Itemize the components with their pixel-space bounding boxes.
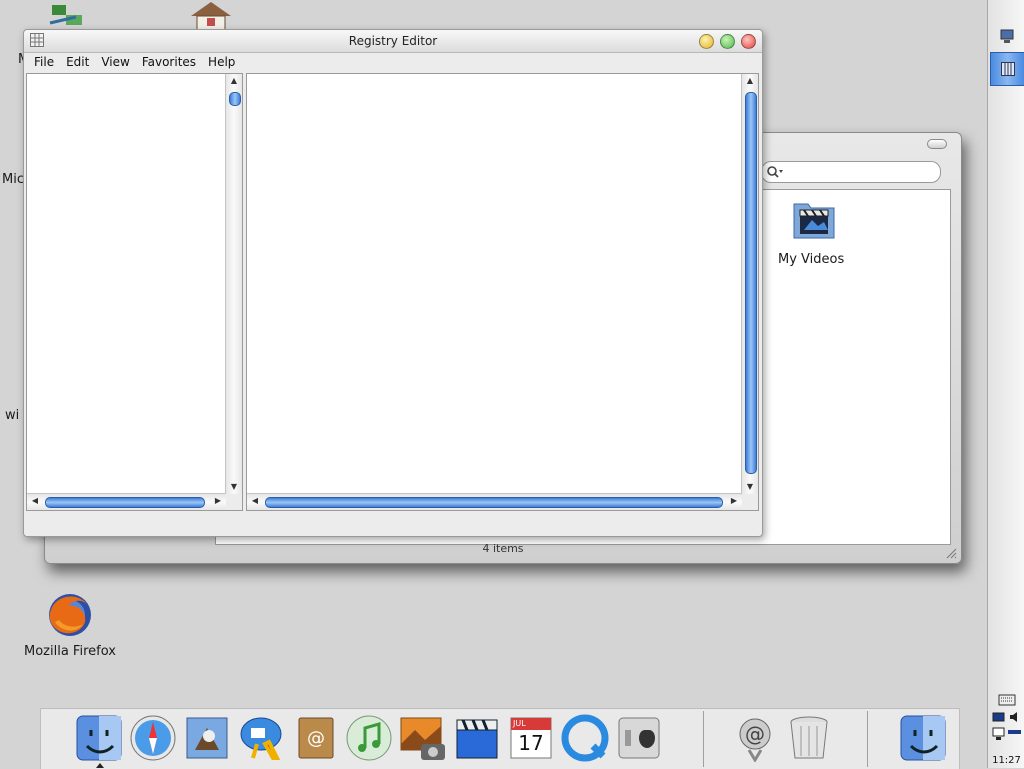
ical-month: JUL: [513, 719, 526, 728]
scroll-left-arrow-icon[interactable]: ◀: [248, 494, 262, 508]
imovie-icon[interactable]: [453, 714, 501, 762]
dock-separator: [703, 711, 704, 767]
tree-vertical-scrollbar[interactable]: ▲ ▼: [225, 74, 242, 494]
scroll-up-arrow-icon[interactable]: ▲: [227, 74, 241, 88]
network-icon: [49, 5, 82, 25]
show-desktop-icon[interactable]: [1000, 28, 1014, 46]
zoom-button[interactable]: [720, 34, 735, 49]
status-bar-text: 4 items: [482, 542, 524, 555]
running-indicator: [96, 763, 104, 768]
registry-tree-pane[interactable]: ▲ ▼ ◀ ▶: [26, 73, 243, 511]
keyboard-icon[interactable]: [998, 694, 1016, 706]
tray-icons[interactable]: [992, 710, 1022, 724]
minimize-button[interactable]: [699, 34, 714, 49]
title-bar[interactable]: Registry Editor: [24, 30, 762, 53]
scroll-right-arrow-icon[interactable]: ▶: [211, 494, 225, 508]
quicktime-icon[interactable]: [561, 714, 609, 762]
desktop-icon-firefox[interactable]: Mozilla Firefox: [20, 592, 120, 662]
system-preferences-icon[interactable]: [615, 714, 663, 762]
resize-grip-icon[interactable]: [945, 547, 957, 559]
folder-item-label: My Videos: [778, 252, 845, 267]
scroll-thumb[interactable]: [45, 497, 205, 508]
desktop-icon-home[interactable]: [188, 0, 234, 30]
dock: @ JUL 17 @: [40, 708, 960, 769]
scroll-thumb[interactable]: [229, 92, 241, 106]
scroll-thumb[interactable]: [265, 497, 723, 508]
trash-icon[interactable]: [785, 714, 833, 762]
home-icon: [191, 2, 231, 30]
menu-edit[interactable]: Edit: [60, 53, 95, 71]
scroll-up-arrow-icon[interactable]: ▲: [743, 74, 757, 88]
dock-separator: [867, 711, 868, 767]
itunes-icon[interactable]: [345, 714, 393, 762]
scroll-down-arrow-icon[interactable]: ▼: [743, 480, 757, 494]
scroll-right-arrow-icon[interactable]: ▶: [727, 494, 741, 508]
address-book-icon[interactable]: @: [291, 714, 339, 762]
desktop-icon-label: Mic: [2, 172, 24, 187]
clock[interactable]: 11:27: [988, 755, 1024, 766]
window-icon: [1001, 62, 1015, 76]
menu-file[interactable]: File: [28, 53, 60, 71]
finder-icon[interactable]: [899, 714, 947, 762]
window-title: Registry Editor: [348, 34, 438, 48]
my-videos-folder-icon: [793, 203, 835, 239]
mail-at-icon[interactable]: @: [731, 714, 779, 763]
registry-editor-window[interactable]: Registry Editor File Edit View Favorites…: [23, 29, 763, 537]
scroll-corner: [226, 494, 242, 510]
svg-text:@: @: [745, 722, 765, 746]
desktop-icon-label: Mozilla Firefox: [24, 644, 116, 659]
scroll-thumb[interactable]: [745, 92, 757, 474]
search-icon: [767, 166, 783, 178]
values-horizontal-scrollbar[interactable]: ◀ ▶: [247, 493, 742, 510]
network-status-icon[interactable]: [992, 726, 1022, 742]
search-field[interactable]: [761, 161, 941, 183]
menu-favorites[interactable]: Favorites: [136, 53, 202, 71]
ical-icon[interactable]: JUL 17: [507, 714, 555, 762]
tree-horizontal-scrollbar[interactable]: ◀ ▶: [27, 493, 226, 510]
menu-view[interactable]: View: [95, 53, 135, 71]
menu-bar: File Edit View Favorites Help: [24, 53, 762, 71]
scroll-down-arrow-icon[interactable]: ▼: [227, 480, 241, 494]
safari-icon[interactable]: [129, 714, 177, 762]
firefox-icon: [49, 594, 91, 636]
desktop-icon-label: wi: [5, 408, 20, 423]
desktop-icon-network[interactable]: [44, 0, 88, 30]
svg-text:@: @: [307, 728, 325, 749]
scroll-left-arrow-icon[interactable]: ◀: [28, 494, 42, 508]
ichat-icon[interactable]: [237, 714, 285, 762]
taskbar-window-button[interactable]: [990, 52, 1024, 86]
menu-help[interactable]: Help: [202, 53, 241, 71]
registry-values-pane[interactable]: ▲ ▼ ◀ ▶: [246, 73, 759, 511]
toolbar-toggle-button[interactable]: [927, 139, 947, 149]
ical-day: 17: [518, 731, 544, 755]
taskbar: 11:27: [987, 0, 1024, 768]
scroll-corner: [742, 494, 758, 510]
close-button[interactable]: [741, 34, 756, 49]
values-vertical-scrollbar[interactable]: ▲ ▼: [741, 74, 758, 494]
finder-icon[interactable]: [75, 714, 123, 762]
folder-item[interactable]: My Videos: [774, 196, 854, 268]
iphoto-icon[interactable]: [399, 714, 447, 762]
mail-icon[interactable]: [183, 714, 231, 762]
